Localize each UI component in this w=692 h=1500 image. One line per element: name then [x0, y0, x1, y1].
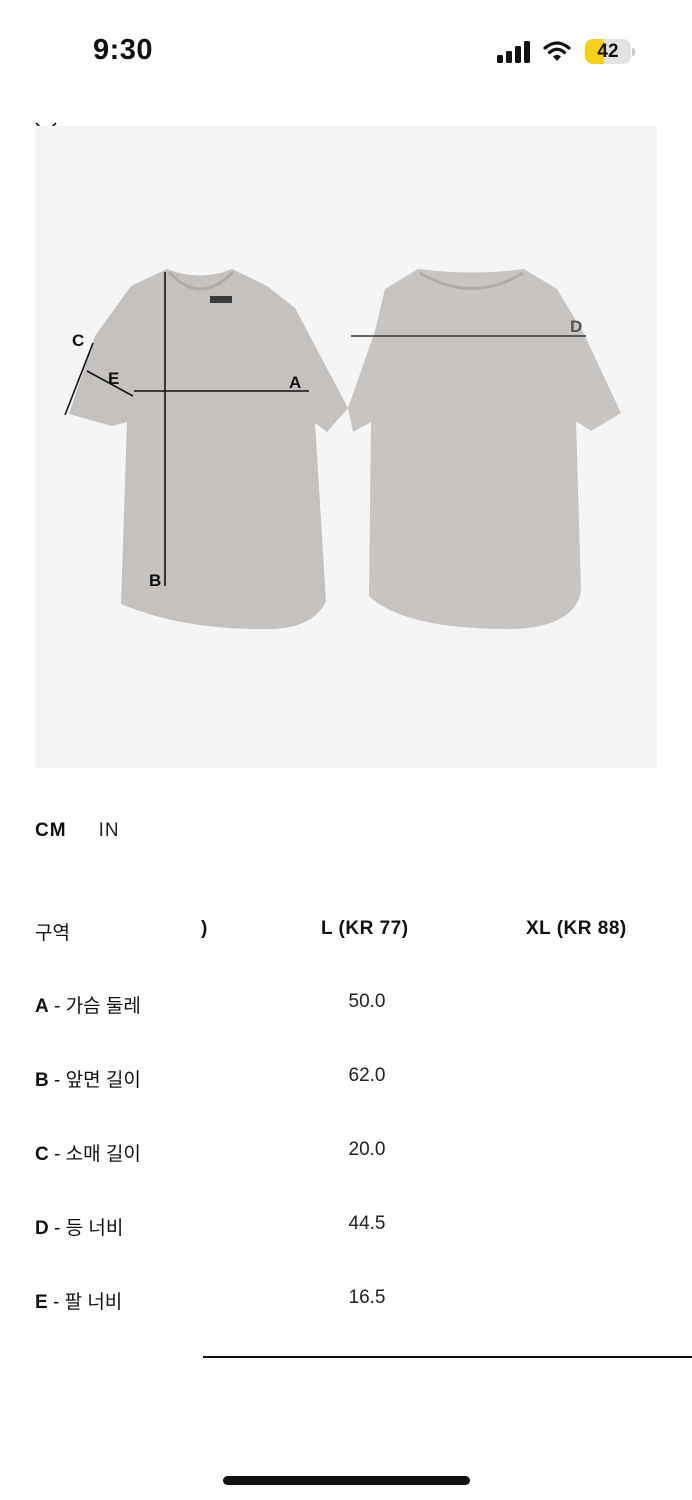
table-cell-value: 20.0 [348, 1139, 386, 1160]
label-d: D [570, 317, 582, 336]
table-header-size-xl: XL (KR 88) [526, 918, 627, 939]
unit-toggle: CM IN [35, 820, 120, 842]
table-row-e: E - 팔 너비 [35, 1292, 123, 1313]
status-time: 9:30 [93, 34, 154, 66]
battery-icon: 42 [585, 39, 635, 64]
table-header-size-l: L (KR 77) [321, 918, 409, 939]
home-indicator[interactable] [223, 1476, 470, 1485]
label-b: B [149, 571, 161, 590]
label-c: C [72, 331, 84, 350]
table-header-clipped: ) [201, 918, 208, 939]
table-row-a: A - 가슴 둘레 [35, 996, 141, 1017]
battery-level: 42 [597, 41, 619, 62]
label-a: A [289, 373, 301, 392]
table-scroll-divider [203, 1356, 692, 1358]
wifi-icon [543, 41, 571, 61]
table-header-area: 구역 [35, 923, 70, 944]
table-row-d: D - 등 너비 [35, 1218, 124, 1239]
table-cell-value: 44.5 [348, 1213, 386, 1234]
table-row-c: C - 소매 길이 [35, 1144, 141, 1165]
table-row-b: B - 앞면 길이 [35, 1070, 141, 1091]
front-tshirt [69, 269, 348, 630]
label-e: E [108, 369, 119, 388]
table-cell-value: 50.0 [348, 991, 386, 1012]
table-cell-value: 16.5 [348, 1287, 386, 1308]
size-diagram-image: A B C D E [35, 126, 657, 768]
unit-cm-tab[interactable]: CM [35, 820, 67, 842]
table-cell-value: 62.0 [348, 1065, 386, 1086]
signal-icon [497, 41, 532, 63]
unit-in-tab[interactable]: IN [99, 820, 120, 842]
